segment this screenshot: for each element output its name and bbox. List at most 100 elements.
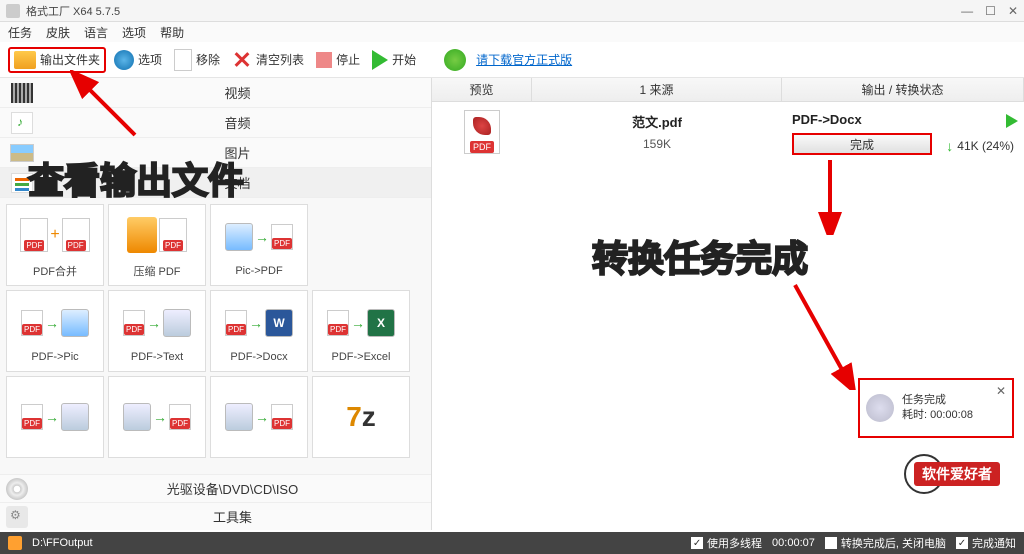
category-toolset[interactable]: 工具集 [0, 502, 431, 530]
category-dvd-label: 光驱设备\DVD\CD\ISO [34, 479, 431, 498]
right-panel: 预览 1 来源 输出 / 转换状态 范文.pdf 159K PDF->Docx … [432, 78, 1024, 530]
music-note-icon [11, 112, 33, 134]
tool-pdf-to-pic[interactable]: → PDF->Pic [6, 290, 104, 372]
tool-pdf-to-pic-label: PDF->Pic [31, 351, 78, 363]
menu-skin[interactable]: 皮肤 [46, 24, 70, 41]
window-title: 格式工厂 X64 5.7.5 [26, 3, 961, 19]
start-button[interactable]: 开始 [368, 48, 420, 72]
tool-pdf-merge-label: PDF合并 [33, 263, 77, 279]
app-icon [6, 4, 20, 18]
tool-pdf-merge[interactable]: + PDF合并 [6, 204, 104, 286]
cd-icon [6, 478, 28, 500]
minimize-button[interactable]: — [961, 4, 973, 18]
titlebar: 格式工厂 X64 5.7.5 — ☐ ✕ [0, 0, 1024, 22]
shutdown-checkbox[interactable]: 转换完成后, 关闭电脑 [825, 535, 946, 551]
remove-button[interactable]: 移除 [170, 47, 224, 73]
gear-icon [6, 506, 28, 528]
toolbar: 输出文件夹 选项 移除 清空列表 停止 开始 请下载官方正式版 [0, 42, 1024, 78]
tool-7z[interactable]: 7z [312, 376, 410, 458]
tool-extra-1[interactable]: → [6, 376, 104, 458]
film-icon [11, 83, 33, 103]
tool-extra-2[interactable]: → [108, 376, 206, 458]
statusbar: D:\FFOutput ✓使用多线程 00:00:07 转换完成后, 关闭电脑 … [0, 532, 1024, 554]
elapsed-time: 00:00:07 [772, 537, 815, 549]
document-stack-icon [11, 173, 33, 193]
watermark-text: 软件爱好者 [914, 462, 1000, 486]
globe-icon [114, 50, 134, 70]
multithread-checkbox[interactable]: ✓使用多线程 [691, 535, 762, 551]
tool-pdf-to-excel-label: PDF->Excel [332, 351, 391, 363]
remove-label: 移除 [196, 51, 220, 68]
task-filesize: 159K [532, 137, 782, 151]
col-source[interactable]: 1 来源 [532, 78, 782, 101]
left-panel: 视频 音频 图片 文档 + PDF合并 压缩 PDF [0, 78, 432, 530]
stop-button[interactable]: 停止 [312, 49, 364, 70]
stop-icon [316, 52, 332, 68]
tool-pdf-to-docx-label: PDF->Docx [230, 351, 287, 363]
task-list-header: 预览 1 来源 输出 / 转换状态 [432, 78, 1024, 102]
task-output-size: ↓ 41K (24%) [946, 138, 1014, 154]
category-audio-label: 音频 [44, 113, 431, 132]
picture-icon [10, 144, 34, 162]
download-arrow-icon: ↓ [946, 138, 953, 154]
x-icon [232, 50, 252, 70]
stop-label: 停止 [336, 51, 360, 68]
col-status[interactable]: 输出 / 转换状态 [782, 78, 1024, 101]
earth-icon [444, 49, 466, 71]
close-button[interactable]: ✕ [1008, 4, 1018, 18]
pdf-file-icon [464, 110, 500, 154]
notification-popup: 任务完成 耗时: 00:00:08 ✕ [858, 378, 1014, 438]
tool-grid: + PDF合并 压缩 PDF → Pic->PDF → PDF->Pic [0, 198, 431, 474]
tool-pdf-to-text[interactable]: → PDF->Text [108, 290, 206, 372]
task-filename: 范文.pdf [532, 112, 782, 131]
sevenz-icon: 7z [346, 401, 376, 433]
category-image-label: 图片 [44, 143, 431, 162]
tool-pdf-to-docx[interactable]: →W PDF->Docx [210, 290, 308, 372]
output-path: D:\FFOutput [32, 537, 681, 549]
clear-list-button[interactable]: 清空列表 [228, 48, 308, 72]
output-folder-label: 输出文件夹 [40, 51, 100, 68]
tool-extra-3[interactable]: → [210, 376, 308, 458]
menu-task[interactable]: 任务 [8, 24, 32, 41]
status-folder-icon[interactable] [8, 536, 22, 550]
task-row[interactable]: 范文.pdf 159K PDF->Docx 完成 ↓ 41K (24%) [432, 102, 1024, 161]
category-video-label: 视频 [44, 83, 431, 102]
output-folder-button[interactable]: 输出文件夹 [8, 47, 106, 73]
col-preview[interactable]: 预览 [432, 78, 532, 101]
notification-close-icon[interactable]: ✕ [996, 384, 1006, 398]
task-conversion: PDF->Docx [792, 112, 1014, 127]
start-label: 开始 [392, 51, 416, 68]
tool-compress-pdf[interactable]: 压缩 PDF [108, 204, 206, 286]
clear-list-label: 清空列表 [256, 51, 304, 68]
document-icon [174, 49, 192, 71]
options-button[interactable]: 选项 [110, 48, 166, 72]
category-toolset-label: 工具集 [34, 507, 431, 526]
maximize-button[interactable]: ☐ [985, 4, 996, 18]
category-document-label: 文档 [44, 173, 431, 192]
notification-title: 任务完成 [902, 393, 973, 408]
menubar: 任务 皮肤 语言 选项 帮助 [0, 22, 1024, 42]
download-link[interactable]: 请下载官方正式版 [476, 51, 572, 68]
tool-pdf-to-text-label: PDF->Text [131, 351, 183, 363]
notify-checkbox[interactable]: ✓完成通知 [956, 535, 1016, 551]
options-label: 选项 [138, 51, 162, 68]
zip-icon [127, 217, 157, 253]
category-image[interactable]: 图片 [0, 138, 431, 168]
notification-icon [866, 394, 894, 422]
category-document[interactable]: 文档 [0, 168, 431, 198]
tool-pic-to-pdf[interactable]: → Pic->PDF [210, 204, 308, 286]
category-video[interactable]: 视频 [0, 78, 431, 108]
category-dvd[interactable]: 光驱设备\DVD\CD\ISO [0, 474, 431, 502]
watermark: 软件爱好者 [892, 454, 1012, 494]
tool-compress-pdf-label: 压缩 PDF [133, 263, 180, 279]
menu-option[interactable]: 选项 [122, 24, 146, 41]
task-done-button[interactable]: 完成 [792, 133, 932, 155]
tool-pdf-to-excel[interactable]: →X PDF->Excel [312, 290, 410, 372]
play-small-icon[interactable] [1006, 114, 1018, 128]
menu-help[interactable]: 帮助 [160, 24, 184, 41]
menu-lang[interactable]: 语言 [84, 24, 108, 41]
play-icon [372, 50, 388, 70]
folder-icon [14, 51, 36, 69]
category-audio[interactable]: 音频 [0, 108, 431, 138]
notification-elapsed: 耗时: 00:00:08 [902, 408, 973, 423]
